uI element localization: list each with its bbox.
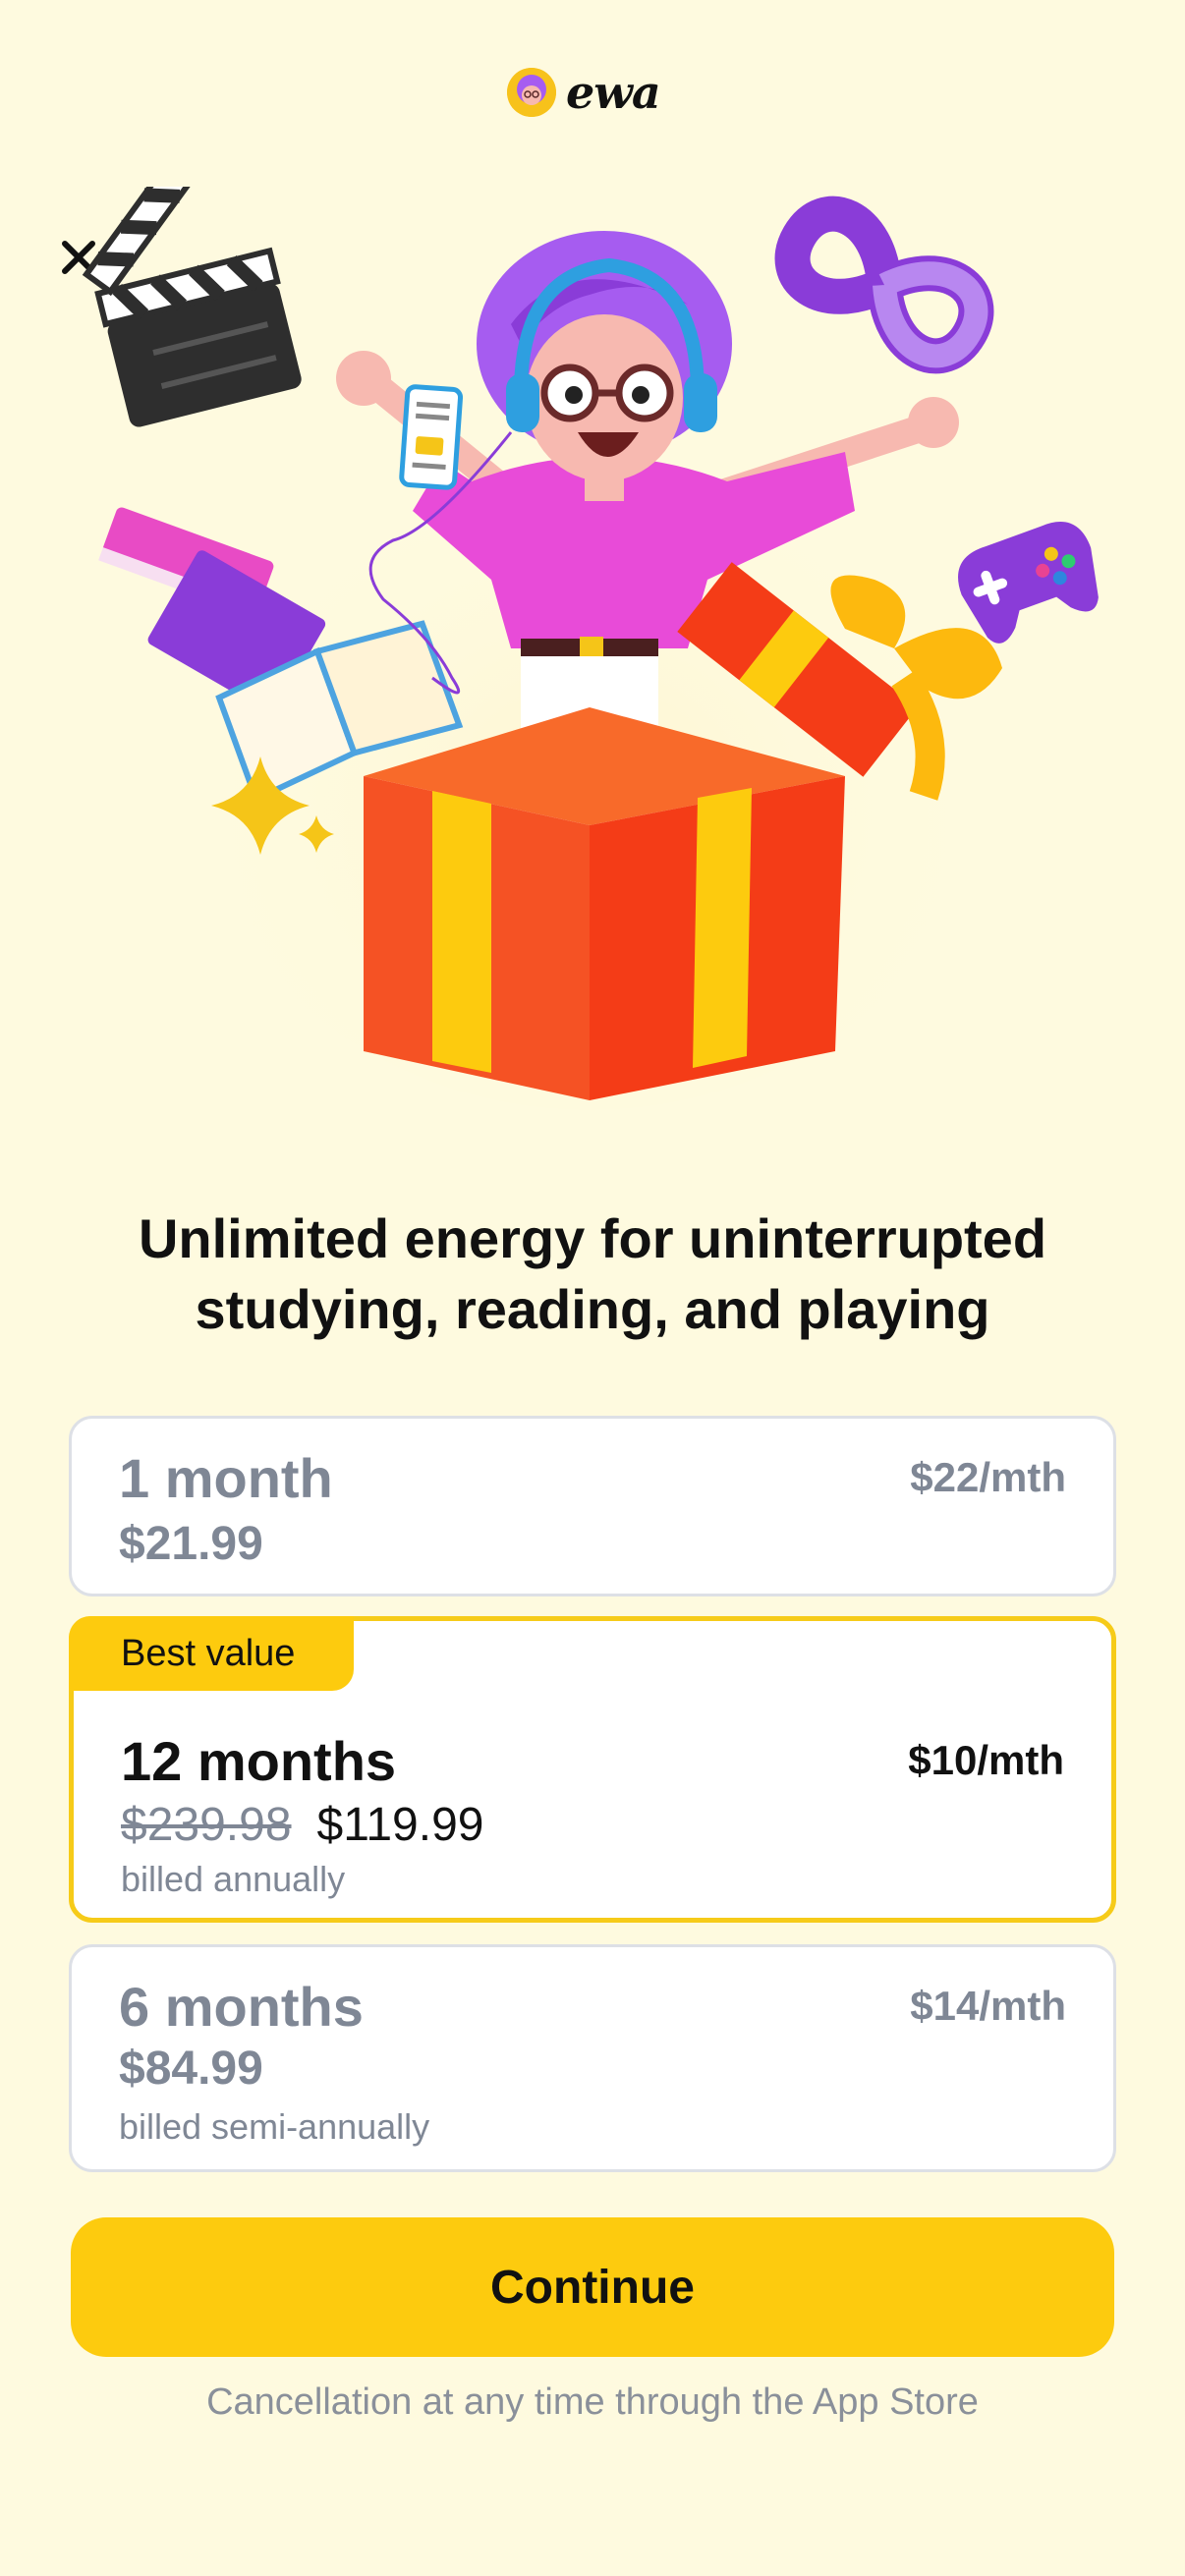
infinity-icon	[774, 196, 994, 374]
plan-name: 6 months	[119, 1976, 364, 2038]
logo-text: ewa	[566, 66, 661, 119]
headline-line-2: studying, reading, and playing	[195, 1278, 990, 1340]
plan-price: $84.99	[119, 2043, 263, 2095]
phone-icon	[399, 384, 464, 490]
plan-option-12-months[interactable]: Best value 12 months $10/mth $239.98 $119…	[69, 1616, 1116, 1923]
plan-monthly-price: $14/mth	[910, 1983, 1066, 2029]
headline: Unlimited energy for uninterrupted study…	[59, 1204, 1126, 1345]
best-value-badge: Best value	[69, 1616, 354, 1691]
plan-price-row: $239.98 $119.99	[121, 1798, 483, 1852]
plan-price: $21.99	[119, 1518, 263, 1570]
plan-price: $119.99	[316, 1799, 484, 1851]
clapperboard-icon	[82, 187, 302, 427]
hero-illustration	[82, 187, 1099, 1110]
plan-billing-note: billed annually	[121, 1859, 346, 1899]
plan-name: 1 month	[119, 1447, 333, 1509]
app-logo: ewa	[507, 65, 661, 120]
logo-avatar-icon	[507, 68, 556, 117]
badge-label: Best value	[121, 1632, 296, 1674]
plan-billing-note: billed semi-annually	[119, 2106, 430, 2147]
plan-option-1-month[interactable]: 1 month $22/mth $21.99	[69, 1416, 1116, 1596]
plan-option-6-months[interactable]: 6 months $14/mth $84.99 billed semi-annu…	[69, 1944, 1116, 2172]
plan-original-price: $239.98	[121, 1799, 292, 1851]
plan-monthly-price: $10/mth	[908, 1737, 1064, 1783]
headline-line-1: Unlimited energy for uninterrupted	[138, 1207, 1047, 1269]
plan-monthly-price: $22/mth	[910, 1454, 1066, 1500]
plan-name: 12 months	[121, 1730, 397, 1792]
cancellation-note: Cancellation at any time through the App…	[206, 2381, 979, 2423]
continue-button[interactable]: Continue	[71, 2217, 1114, 2357]
